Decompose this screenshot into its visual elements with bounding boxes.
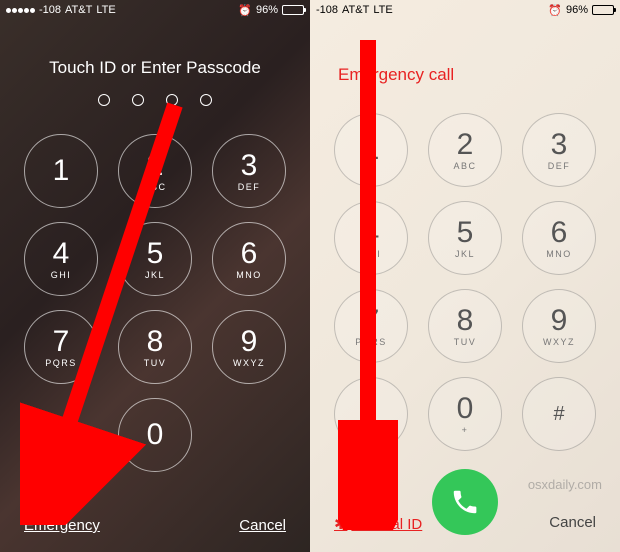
network-type: LTE (96, 4, 115, 16)
emergency-button[interactable]: Emergency (24, 517, 100, 534)
passcode-keypad: 1 2ABC 3DEF 4GHI 5JKL 6MNO 7PQRS 8TUV 9W… (0, 134, 310, 472)
key-8[interactable]: 8TUV (118, 310, 192, 384)
key-letters: TUV (144, 358, 167, 368)
key-num: 6 (241, 239, 258, 269)
key-num: 3 (551, 130, 568, 160)
key-num: 8 (457, 306, 474, 336)
key-num: 2 (457, 130, 474, 160)
signal-strength-icon (6, 8, 35, 13)
battery-icon (282, 5, 304, 15)
key-letters: MNO (546, 249, 572, 259)
key-letters: DEF (548, 161, 571, 171)
carrier-name: AT&T (342, 4, 369, 16)
cancel-button[interactable]: Cancel (549, 514, 596, 534)
battery-percent: 96% (566, 4, 588, 16)
key-4[interactable]: 4GHI (24, 222, 98, 296)
battery-icon (592, 5, 614, 15)
key-2[interactable]: 2ABC (428, 113, 502, 187)
medical-id-icon: ✱ (334, 514, 347, 534)
key-num: 3 (241, 151, 258, 181)
key-letters: ABC (143, 182, 166, 192)
key-1[interactable]: 1 (24, 134, 98, 208)
status-bar: -108 AT&T LTE ⏰ 96% (310, 0, 620, 20)
key-num: # (553, 404, 564, 424)
key-9[interactable]: 9WXYZ (212, 310, 286, 384)
key-star[interactable]: * (334, 377, 408, 451)
cancel-button[interactable]: Cancel (239, 517, 286, 534)
watermark: osxdaily.com (528, 477, 602, 492)
key-letters: GHI (361, 249, 382, 259)
passcode-dot (166, 94, 178, 106)
key-num: 7 (363, 306, 380, 336)
key-3[interactable]: 3DEF (212, 134, 286, 208)
key-num: 6 (551, 218, 568, 248)
key-letters: JKL (455, 249, 475, 259)
key-3[interactable]: 3DEF (522, 113, 596, 187)
key-1[interactable]: 1 (334, 113, 408, 187)
key-num: 4 (53, 239, 70, 269)
status-bar: -108 AT&T LTE ⏰ 96% (0, 0, 310, 20)
network-type: LTE (373, 4, 392, 16)
key-letters: ABC (453, 161, 476, 171)
dialer-keypad: 1 2ABC 3DEF 4GHI 5JKL 6MNO 7PQRS 8TUV 9W… (310, 113, 620, 451)
signal-value: -108 (316, 4, 338, 16)
battery-percent: 96% (256, 4, 278, 16)
medical-id-label: Medical ID (351, 516, 422, 533)
key-5[interactable]: 5JKL (428, 201, 502, 275)
key-num: 8 (147, 327, 164, 357)
key-num: 9 (551, 306, 568, 336)
passcode-dot (132, 94, 144, 106)
key-num: 1 (363, 135, 380, 165)
key-4[interactable]: 4GHI (334, 201, 408, 275)
phone-icon (450, 487, 480, 517)
key-7[interactable]: 7PQRS (24, 310, 98, 384)
key-8[interactable]: 8TUV (428, 289, 502, 363)
key-num: 4 (363, 218, 380, 248)
key-letters: WXYZ (543, 337, 575, 347)
passcode-screen: -108 AT&T LTE ⏰ 96% Touch ID or Enter Pa… (0, 0, 310, 552)
key-letters: JKL (145, 270, 165, 280)
key-num: 1 (53, 156, 70, 186)
key-letters: + (462, 425, 469, 435)
carrier-name: AT&T (65, 4, 92, 16)
key-2[interactable]: 2ABC (118, 134, 192, 208)
key-letters: TUV (454, 337, 477, 347)
medical-id-button[interactable]: ✱Medical ID (334, 514, 422, 534)
key-letters: DEF (238, 182, 261, 192)
passcode-dot (98, 94, 110, 106)
key-5[interactable]: 5JKL (118, 222, 192, 296)
passcode-title: Touch ID or Enter Passcode (0, 58, 310, 78)
passcode-dots (0, 94, 310, 106)
key-num: 9 (241, 327, 258, 357)
key-0[interactable]: 0+ (428, 377, 502, 451)
passcode-dot (200, 94, 212, 106)
emergency-call-screen: -108 AT&T LTE ⏰ 96% Emergency call 1 2AB… (310, 0, 620, 552)
key-num: 5 (147, 239, 164, 269)
key-7[interactable]: 7PQRS (334, 289, 408, 363)
key-letters: PQRS (355, 337, 387, 347)
key-num: 7 (53, 327, 70, 357)
key-num: 0 (147, 420, 164, 450)
key-letters: WXYZ (233, 358, 265, 368)
key-num: * (367, 404, 375, 424)
key-hash[interactable]: # (522, 377, 596, 451)
emergency-call-title: Emergency call (310, 65, 620, 85)
key-num: 2 (147, 151, 164, 181)
signal-value: -108 (39, 4, 61, 16)
key-letters: MNO (236, 270, 262, 280)
key-letters: GHI (51, 270, 72, 280)
key-9[interactable]: 9WXYZ (522, 289, 596, 363)
key-6[interactable]: 6MNO (212, 222, 286, 296)
key-6[interactable]: 6MNO (522, 201, 596, 275)
key-0[interactable]: 0 (118, 398, 192, 472)
key-letters: PQRS (45, 358, 77, 368)
alarm-icon: ⏰ (238, 4, 252, 17)
key-num: 5 (457, 218, 474, 248)
key-num: 0 (457, 394, 474, 424)
alarm-icon: ⏰ (548, 4, 562, 17)
